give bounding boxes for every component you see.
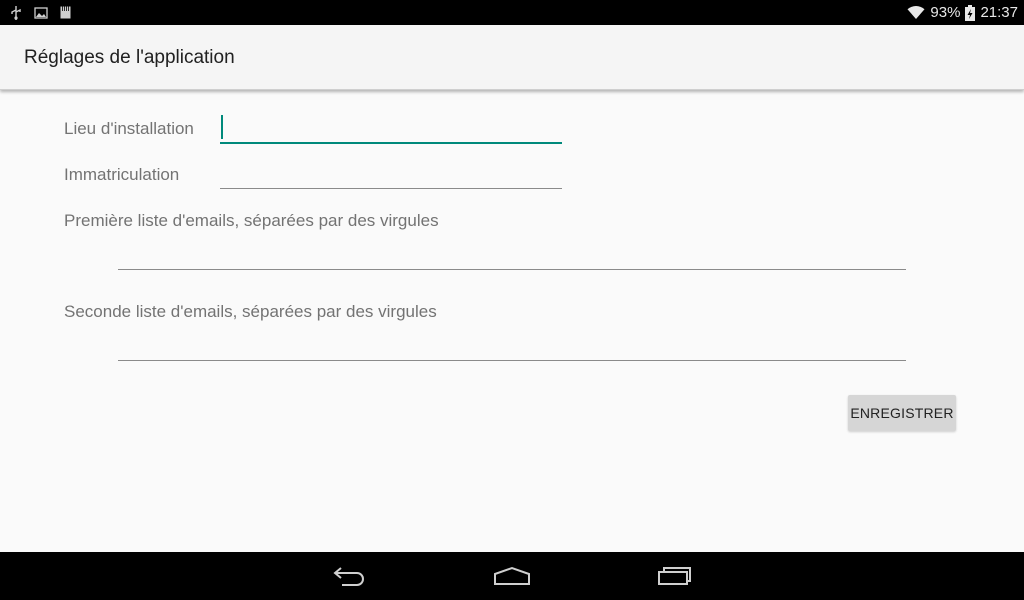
usb-icon <box>10 5 22 20</box>
home-icon[interactable] <box>488 560 536 592</box>
battery-charging-icon <box>965 4 976 21</box>
page-title: Réglages de l'application <box>24 47 235 68</box>
email-list-2-label: Seconde liste d'emails, séparées par des… <box>64 302 437 321</box>
text-cursor <box>221 115 223 139</box>
email-list-1-label: Première liste d'emails, séparées par de… <box>64 211 439 230</box>
recent-apps-icon[interactable] <box>651 560 699 592</box>
clock: 21:37 <box>980 4 1018 21</box>
location-input[interactable] <box>220 114 562 144</box>
navigation-bar <box>0 552 1024 600</box>
status-bar-system: 93% 21:37 <box>907 0 1018 25</box>
sd-card-icon <box>60 6 71 20</box>
registration-input[interactable] <box>220 160 562 189</box>
image-icon <box>34 6 48 20</box>
settings-form: Lieu d'installation Immatriculation Prem… <box>0 90 1024 552</box>
wifi-icon <box>907 5 925 20</box>
status-bar: 93% 21:37 <box>0 0 1024 25</box>
email-list-1-input[interactable] <box>118 240 906 270</box>
app-bar: Réglages de l'application <box>0 25 1024 90</box>
battery-percentage: 93% <box>930 4 961 21</box>
location-label: Lieu d'installation <box>64 119 194 138</box>
registration-label: Immatriculation <box>64 165 180 184</box>
email-list-2-input[interactable] <box>118 331 906 361</box>
save-button[interactable]: ENREGISTRER <box>848 395 956 431</box>
status-bar-notifications <box>10 0 71 25</box>
back-icon[interactable] <box>326 560 374 592</box>
